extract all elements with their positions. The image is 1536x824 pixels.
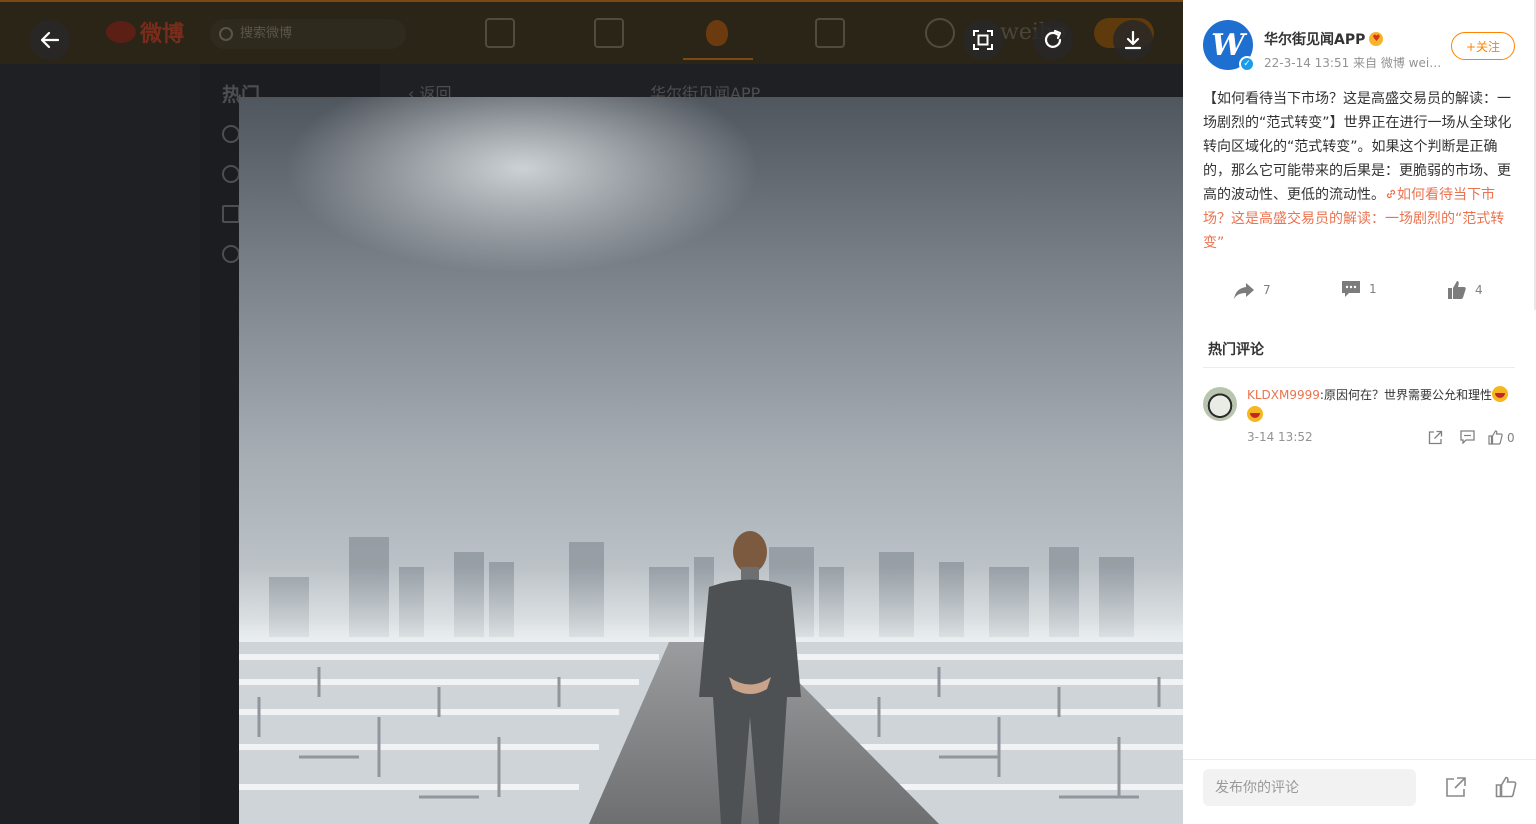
hot-underline [683, 58, 753, 60]
laughing-emoji-icon [1247, 406, 1263, 422]
divider [1203, 367, 1515, 368]
home-icon [485, 18, 515, 48]
like-button[interactable]: 4 [1447, 280, 1483, 300]
share-box-icon [1428, 430, 1443, 445]
comment-text: :原因何在？世界需要公允和理性 [1319, 388, 1492, 402]
fire-icon [222, 125, 240, 143]
verified-badge-icon: ✓ [1239, 56, 1255, 72]
comment-like-button[interactable]: 0 [1488, 430, 1515, 445]
maze-businessman-photo [239, 97, 1183, 824]
weibo-logo: 微博 [106, 14, 196, 50]
comment-share-button[interactable] [1428, 430, 1443, 445]
rotate-button[interactable] [1033, 20, 1073, 60]
mail-icon [815, 18, 845, 48]
fit-screen-icon [973, 30, 993, 50]
link-icon [1386, 189, 1396, 199]
reply-icon [1460, 430, 1475, 444]
repost-button[interactable]: 7 [1233, 280, 1271, 300]
image-viewer-stage: 微博 搜索微博 weibo 热门 ‹ 返回 华尔街见闻APP [0, 0, 1183, 824]
member-badge-icon: ♥ [1369, 32, 1384, 46]
thumbs-up-icon [1448, 281, 1466, 299]
share-box-icon [1446, 777, 1466, 797]
comment-reply-button[interactable] [1460, 430, 1475, 444]
author-name[interactable]: 华尔街见闻APP ♥ [1264, 29, 1384, 49]
history-icon [222, 245, 240, 263]
comment-item: KLDXM9999:原因何在？世界需要公允和理性 [1247, 385, 1517, 425]
search-icon [219, 27, 233, 41]
close-viewer-button[interactable] [30, 20, 70, 60]
clock-icon [222, 165, 240, 183]
thumbs-up-outline-icon [1495, 776, 1517, 798]
comment-composer [1183, 759, 1536, 824]
post-image [239, 97, 1183, 824]
comment-icon [1342, 281, 1360, 297]
commenter-name[interactable]: KLDXM9999 [1247, 388, 1320, 402]
comment-input[interactable] [1203, 769, 1416, 806]
download-button[interactable] [1113, 20, 1153, 60]
share-post-button[interactable] [1445, 776, 1467, 802]
like-post-button[interactable] [1495, 776, 1517, 802]
comment-button[interactable]: 1 [1341, 280, 1377, 298]
comment-actions: 0 [1428, 430, 1520, 446]
post-meta: 22-3-14 13:51 来自 微博 weibo.com [1264, 56, 1444, 70]
download-icon [1124, 30, 1142, 50]
thumbs-up-outline-icon [1488, 430, 1503, 445]
hot-comments-title: 热门评论 [1208, 342, 1264, 358]
share-arrow-icon [1234, 283, 1254, 299]
laughing-emoji-icon [1491, 386, 1508, 402]
post-body: 【如何看待当下市场？这是高盛交易员的解读：一场剧烈的“范式转变”】世界正在进行一… [1203, 87, 1517, 255]
video-icon [594, 18, 624, 48]
fit-screen-button[interactable] [963, 20, 1003, 60]
background-top-bar: 微博 搜索微博 weibo [0, 0, 1183, 64]
comment-time: 3-14 13:52 [1247, 430, 1313, 444]
commenter-avatar[interactable] [1203, 387, 1237, 421]
post-actions: 7 1 4 [1203, 280, 1517, 308]
hot-icon [706, 20, 728, 46]
background-search: 搜索微博 [210, 19, 406, 49]
post-detail-panel: W ✓ 华尔街见闻APP♥ 22-3-14 13:51 来自 微博 weibo.… [1183, 0, 1536, 824]
follow-button[interactable]: +关注 [1451, 32, 1515, 60]
arrow-left-icon [40, 31, 60, 49]
profile-icon [925, 18, 955, 48]
rotate-icon [1044, 29, 1062, 48]
hashtag-icon [222, 205, 240, 223]
